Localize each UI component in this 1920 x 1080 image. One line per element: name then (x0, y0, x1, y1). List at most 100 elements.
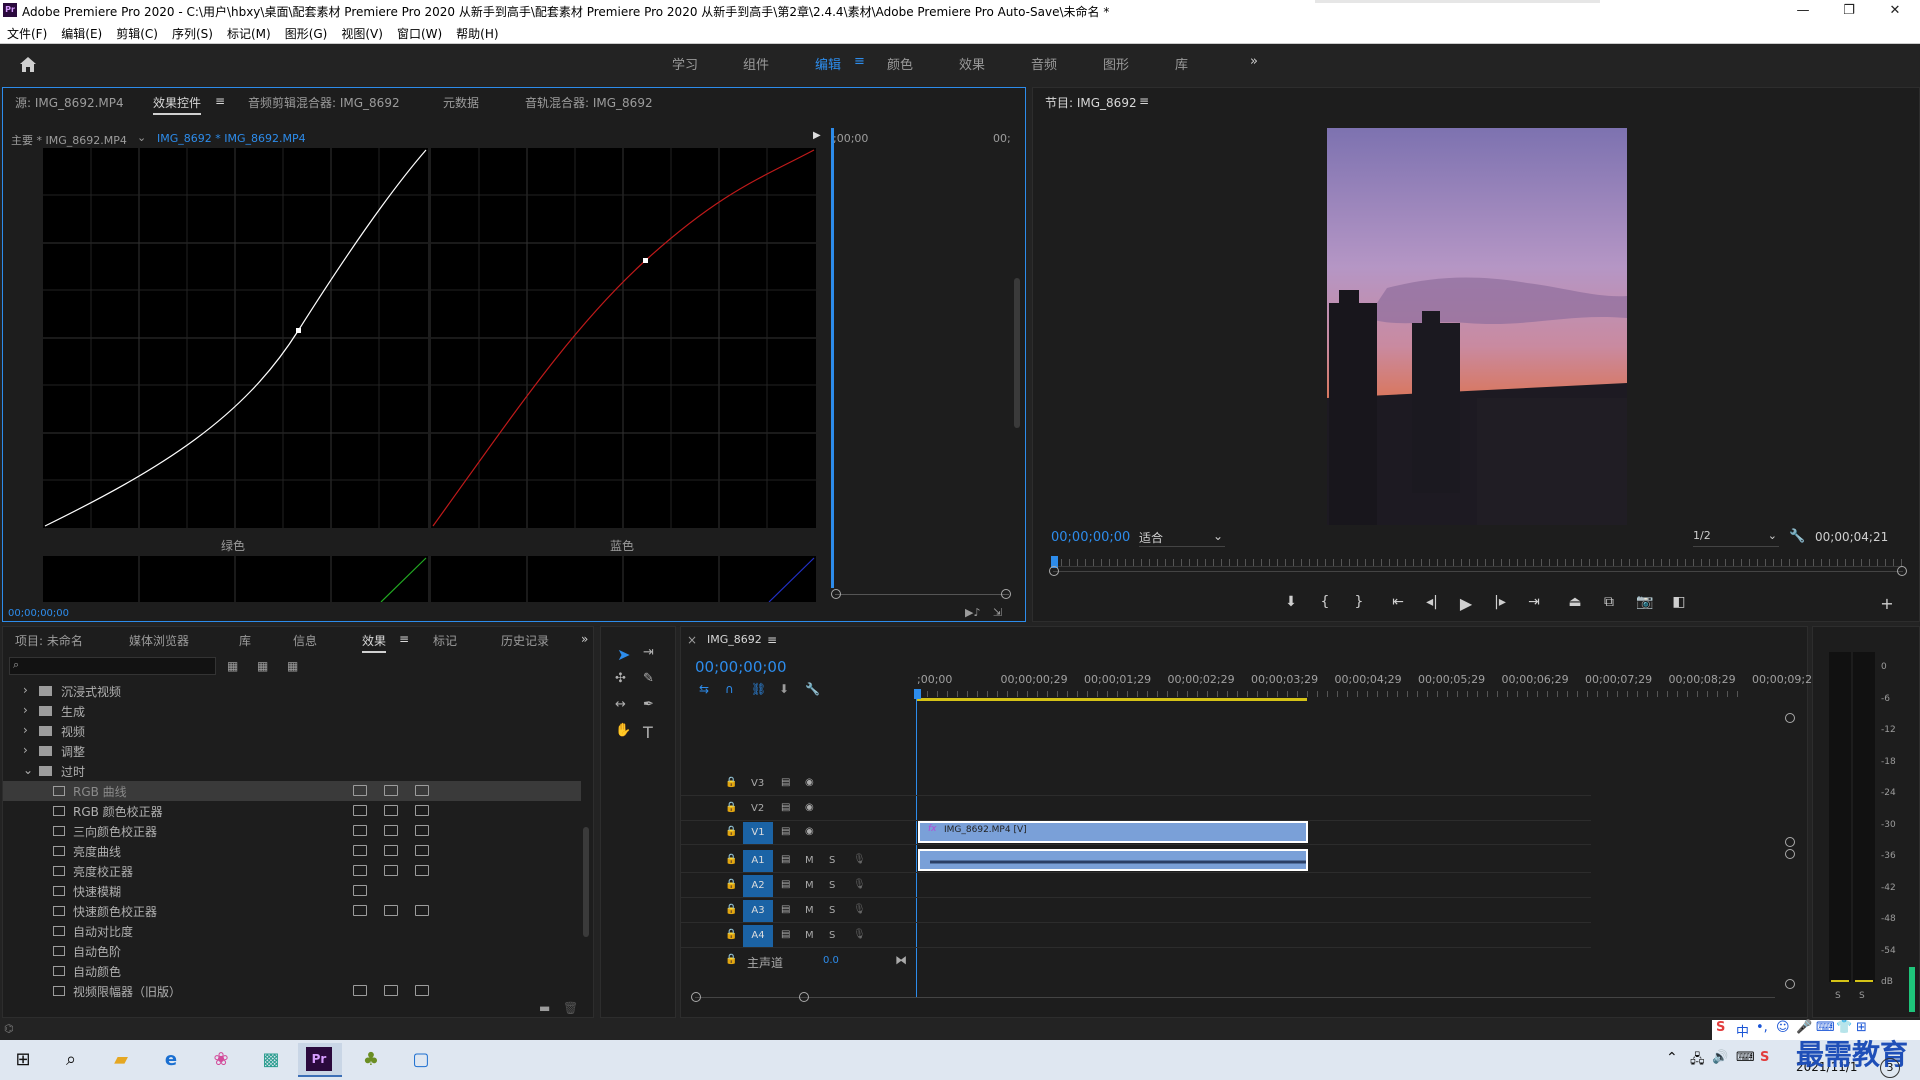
search-icon[interactable]: ⌕ (56, 1046, 86, 1074)
close-button[interactable]: ✕ (1872, 0, 1918, 22)
tray-chevron-icon[interactable]: ⌃ (1666, 1050, 1678, 1066)
export-frame-icon[interactable]: 📷 (1633, 594, 1657, 610)
yuv-filter-icon[interactable]: ▦ (287, 659, 298, 673)
play-only-audio-icon[interactable]: ▶ (813, 130, 821, 141)
audio-scroll-handle-bottom[interactable] (1785, 979, 1795, 989)
effect-controls-menu-icon[interactable]: ≡ (215, 94, 225, 108)
track-target-a2[interactable]: A2 (743, 875, 773, 897)
effects-list-item[interactable]: 自动颜色 (3, 961, 581, 981)
mute-button[interactable]: M (805, 880, 814, 891)
add-button-icon[interactable]: + (1875, 594, 1899, 613)
eye-icon[interactable]: ◉ (805, 802, 814, 813)
effects-folder[interactable]: › 调整 (3, 741, 581, 761)
workspace-menu-icon[interactable]: ≡ (854, 54, 865, 69)
zoom-bar[interactable] (835, 594, 1009, 595)
audio-track-a4[interactable]: 🔒 A4 ▤ M S 🎙 (681, 924, 1591, 948)
lock-icon[interactable]: 🔒 (725, 904, 737, 915)
timeline-timecode[interactable]: 00;00;00;00 (695, 658, 787, 676)
lift-icon[interactable]: ⏏ (1563, 594, 1587, 610)
playhead[interactable] (831, 128, 834, 588)
clip-dropdown-icon[interactable]: ⌄ (137, 131, 146, 144)
microphone-icon[interactable]: 🎙 (853, 929, 866, 940)
program-timeline-ruler[interactable] (1053, 566, 1903, 567)
audio-track-a2[interactable]: 🔒 A2 ▤ M S 🎙 (681, 874, 1591, 898)
master-curve-graph[interactable] (43, 148, 428, 528)
effects-search-input[interactable]: ⌕ (9, 657, 216, 675)
lock-icon[interactable]: 🔒 (725, 929, 737, 940)
keyboard-icon[interactable]: ⌨ (1736, 1050, 1755, 1065)
menu-marker[interactable]: 标记(M) (220, 22, 278, 42)
solo-button[interactable]: S (829, 905, 835, 916)
effects-list-item[interactable]: 自动对比度 (3, 921, 581, 941)
wrench-icon[interactable]: 🔧 (1789, 529, 1805, 544)
go-to-out-icon[interactable]: ⇥ (1522, 594, 1546, 610)
effects-list-item[interactable]: 自动色阶 (3, 941, 581, 961)
tab-audio-track-mixer[interactable]: 音轨混合器: IMG_8692 (525, 94, 653, 111)
chevron-down-icon[interactable]: ⌄ (23, 763, 33, 777)
program-menu-icon[interactable]: ≡ (1139, 94, 1149, 108)
blue-app-icon[interactable]: ▢ (406, 1046, 436, 1074)
step-forward-icon[interactable]: |▸ (1488, 594, 1512, 610)
video-track-v2[interactable]: 🔒 V2 ▤ ◉ (681, 797, 1591, 821)
resolution-dropdown[interactable]: 1/2 ⌄ (1693, 529, 1779, 547)
audio-clip[interactable] (918, 849, 1308, 871)
eye-icon[interactable]: ◉ (805, 777, 814, 788)
tab-effects[interactable]: 效果 (362, 632, 387, 653)
tab-project[interactable]: 项目: 未命名 (15, 632, 83, 649)
track-select-tool-icon[interactable]: ⇥ (643, 645, 654, 660)
file-explorer-icon[interactable]: ▰ (106, 1046, 136, 1074)
mute-button[interactable]: M (805, 930, 814, 941)
ime-toolbar[interactable]: S 中 •, ☺ 🎤 ⌨ 👕 ⊞ (1712, 1020, 1920, 1040)
razor-tool-icon[interactable]: ✎ (643, 671, 654, 686)
maximize-button[interactable]: ❐ (1826, 0, 1872, 22)
red-curve-graph[interactable] (431, 148, 816, 528)
play-icon[interactable]: ▶ (1454, 594, 1478, 613)
notification-badge[interactable]: 3 (1880, 1058, 1900, 1078)
video-scroll-handle-top[interactable] (1785, 713, 1795, 723)
zoom-handle-right[interactable] (1001, 589, 1011, 599)
green-curve-graph[interactable] (43, 556, 428, 602)
nest-toggle-icon[interactable]: ⇆ (699, 682, 709, 696)
solo-button[interactable]: S (829, 930, 835, 941)
tab-history[interactable]: 历史记录 (501, 632, 549, 649)
ime-mode[interactable]: 中 (1736, 1021, 1749, 1040)
ime-voice-icon[interactable]: 🎤 (1796, 1020, 1812, 1035)
lock-icon[interactable]: 🔒 (725, 777, 737, 788)
workspace-libraries[interactable]: 库 (1175, 54, 1188, 73)
lock-icon[interactable]: 🔒 (725, 826, 737, 837)
accelerated-filter-icon[interactable]: ▦ (227, 659, 238, 673)
tab-effect-controls[interactable]: 效果控件 (153, 94, 202, 115)
video-scroll-handle-bottom[interactable] (1785, 837, 1795, 847)
solo-right-button[interactable]: S (1859, 991, 1865, 1001)
sync-lock-icon[interactable]: ▤ (781, 777, 790, 788)
workspace-editing[interactable]: 编辑 (815, 54, 841, 73)
workspace-graphics[interactable]: 图形 (1103, 54, 1129, 73)
sync-lock-icon[interactable]: ▤ (781, 826, 790, 837)
effects-list-item[interactable]: 亮度曲线 (3, 841, 581, 861)
menu-window[interactable]: 窗口(W) (390, 22, 449, 42)
sync-lock-icon[interactable]: ▤ (781, 879, 790, 890)
menu-graphics[interactable]: 图形(G) (278, 22, 335, 42)
slip-tool-icon[interactable]: ↔ (615, 697, 626, 712)
tab-metadata[interactable]: 元数据 (443, 94, 479, 111)
tab-info[interactable]: 信息 (293, 632, 317, 649)
timeline-zoom-handle-right[interactable] (799, 992, 809, 1002)
step-back-icon[interactable]: ◂| (1420, 594, 1444, 610)
video-track-v3[interactable]: 🔒 V3 ▤ ◉ (681, 772, 1591, 796)
home-icon[interactable] (18, 55, 38, 73)
zoom-handle-left[interactable] (831, 589, 841, 599)
effects-list-item[interactable]: 亮度校正器 (3, 861, 581, 881)
program-monitor-title[interactable]: 节目: IMG_8692 (1045, 94, 1137, 111)
workspace-audio[interactable]: 音频 (1031, 54, 1057, 73)
master-clip-label[interactable]: 主要 * IMG_8692.MP4 (11, 132, 127, 148)
microphone-icon[interactable]: 🎙 (853, 854, 866, 865)
menu-file[interactable]: 文件(F) (0, 22, 54, 42)
program-timecode[interactable]: 00;00;00;00 (1051, 530, 1130, 545)
volume-icon[interactable]: 🔊 (1712, 1050, 1728, 1065)
compare-view-icon[interactable]: ◧ (1667, 594, 1691, 610)
menu-edit[interactable]: 编辑(E) (54, 22, 109, 42)
workspace-assembly[interactable]: 组件 (743, 54, 769, 73)
add-marker-icon[interactable]: ⬇ (1279, 594, 1303, 610)
menu-view[interactable]: 视图(V) (334, 22, 390, 42)
chevron-right-icon[interactable]: › (23, 743, 28, 757)
